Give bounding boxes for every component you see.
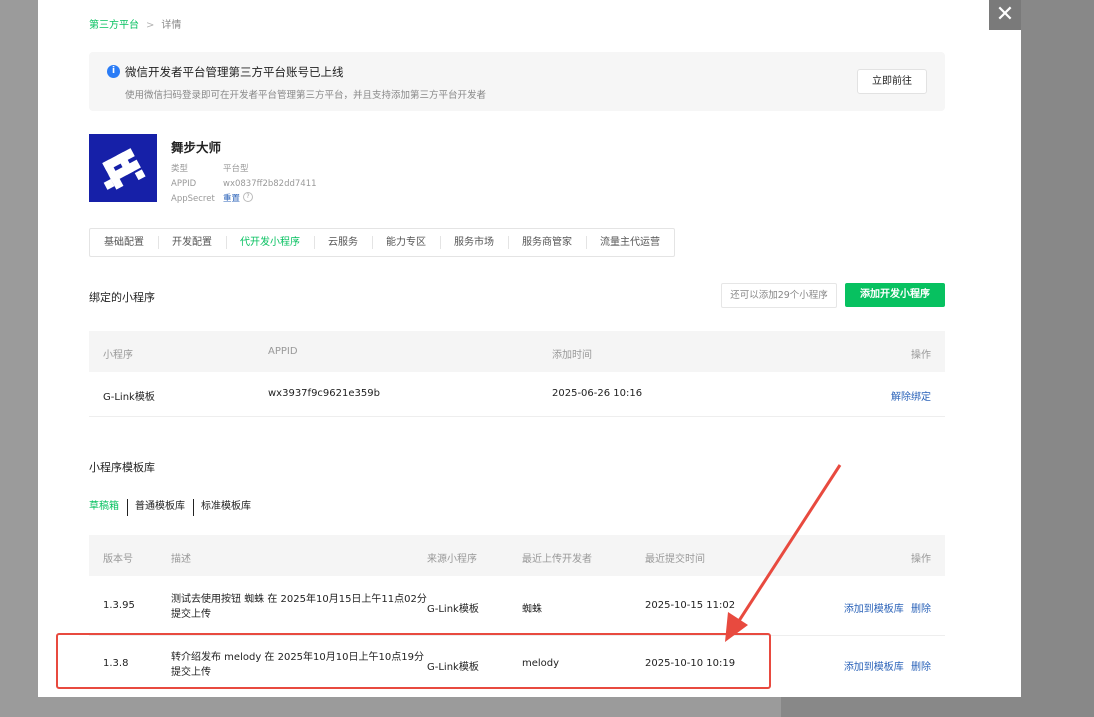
annotation-arrow-icon (725, 464, 842, 642)
